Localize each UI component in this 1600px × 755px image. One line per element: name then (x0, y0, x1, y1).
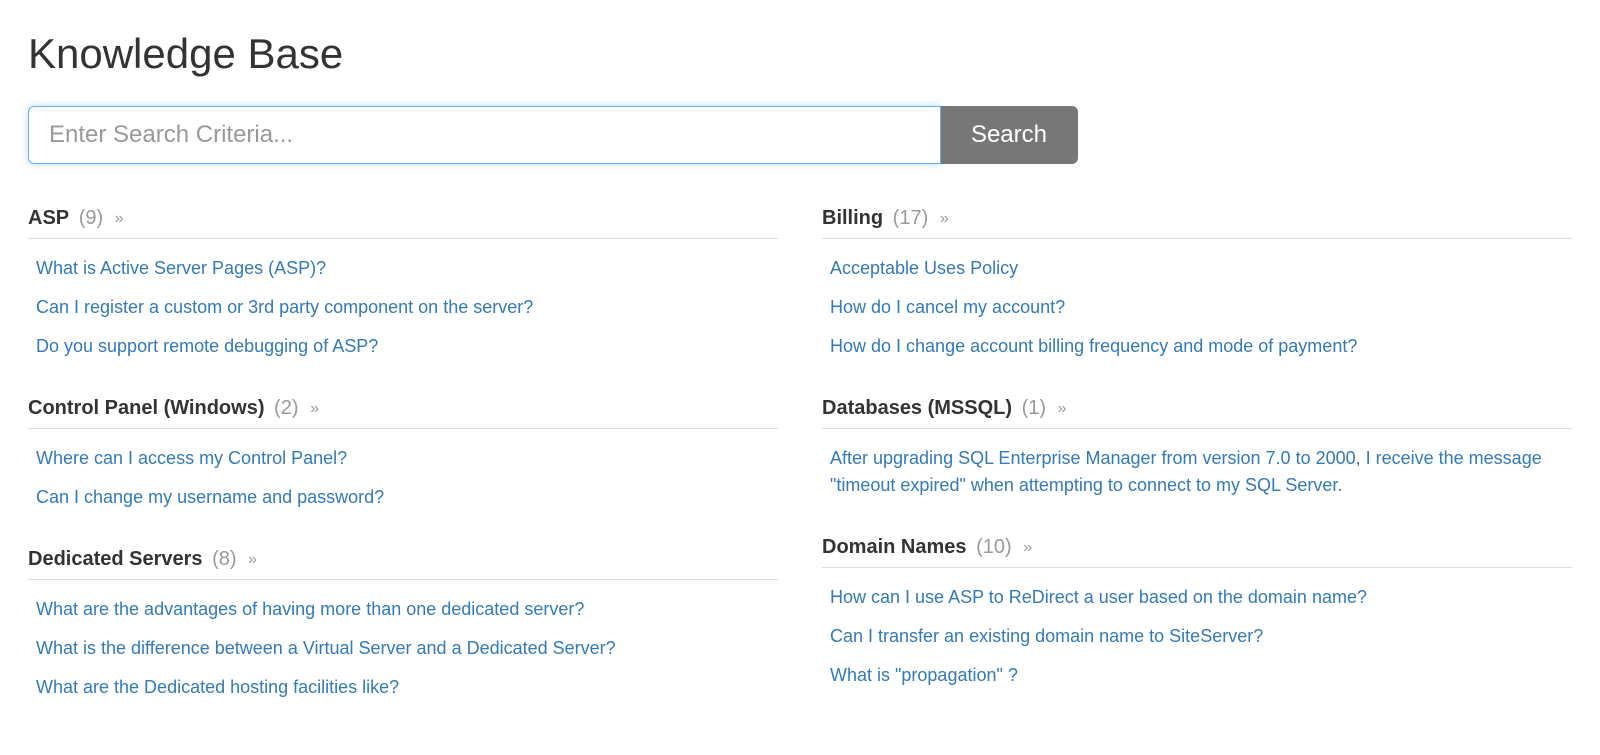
category-count: (9) (79, 207, 103, 229)
category-name[interactable]: Billing (822, 207, 883, 229)
category-name[interactable]: ASP (28, 207, 69, 229)
list-item: Can I change my username and password? (36, 478, 778, 517)
article-link[interactable]: How do I change account billing frequenc… (830, 336, 1357, 356)
right-column: Billing (17) » Acceptable Uses Policy How … (822, 204, 1572, 735)
article-list: Where can I access my Control Panel? Can … (28, 439, 778, 517)
article-link[interactable]: What is the difference between a Virtual… (36, 638, 616, 658)
article-link[interactable]: What are the Dedicated hosting facilitie… (36, 677, 399, 697)
article-link[interactable]: Where can I access my Control Panel? (36, 448, 347, 468)
category-header[interactable]: Domain Names (10) » (822, 533, 1572, 568)
article-link[interactable]: Acceptable Uses Policy (830, 258, 1018, 278)
list-item: Can I register a custom or 3rd party com… (36, 288, 778, 327)
list-item: Acceptable Uses Policy (830, 249, 1572, 288)
category-header[interactable]: Dedicated Servers (8) » (28, 545, 778, 580)
category-count: (17) (893, 207, 929, 229)
article-link[interactable]: Can I register a custom or 3rd party com… (36, 297, 533, 317)
article-link[interactable]: What are the advantages of having more t… (36, 599, 584, 619)
chevron-double-right-icon[interactable]: » (115, 210, 124, 227)
kb-container: Knowledge Base Search ASP (9) » What is A… (0, 0, 1600, 755)
category-header[interactable]: Billing (17) » (822, 204, 1572, 239)
article-link[interactable]: What is "propagation" ? (830, 665, 1018, 685)
category-header[interactable]: ASP (9) » (28, 204, 778, 239)
list-item: What is Active Server Pages (ASP)? (36, 249, 778, 288)
category-count: (1) (1022, 397, 1046, 419)
category-dedicated-servers: Dedicated Servers (8) » What are the adva… (28, 545, 778, 707)
left-column: ASP (9) » What is Active Server Pages (AS… (28, 204, 778, 735)
article-list: What are the advantages of having more t… (28, 590, 778, 707)
article-link[interactable]: How do I cancel my account? (830, 297, 1065, 317)
article-list: After upgrading SQL Enterprise Manager f… (822, 439, 1572, 505)
chevron-double-right-icon[interactable]: » (310, 400, 319, 417)
list-item: How do I cancel my account? (830, 288, 1572, 327)
category-control-panel-windows: Control Panel (Windows) (2) » Where can I… (28, 394, 778, 517)
article-list: How can I use ASP to ReDirect a user bas… (822, 578, 1572, 695)
category-name[interactable]: Databases (MSSQL) (822, 397, 1012, 419)
chevron-double-right-icon[interactable]: » (940, 210, 949, 227)
list-item: What are the advantages of having more t… (36, 590, 778, 629)
category-domain-names: Domain Names (10) » How can I use ASP to … (822, 533, 1572, 695)
article-link[interactable]: Do you support remote debugging of ASP? (36, 336, 378, 356)
chevron-double-right-icon[interactable]: » (1058, 400, 1067, 417)
list-item: Do you support remote debugging of ASP? (36, 327, 778, 366)
search-bar: Search (28, 106, 1078, 164)
page-title: Knowledge Base (28, 30, 1572, 78)
category-count: (8) (212, 548, 236, 570)
article-link[interactable]: After upgrading SQL Enterprise Manager f… (830, 448, 1542, 495)
list-item: What is the difference between a Virtual… (36, 629, 778, 668)
article-list: Acceptable Uses Policy How do I cancel my… (822, 249, 1572, 366)
category-name[interactable]: Domain Names (822, 536, 967, 558)
chevron-double-right-icon[interactable]: » (1023, 539, 1032, 556)
category-name[interactable]: Dedicated Servers (28, 548, 203, 570)
category-count: (10) (976, 536, 1012, 558)
chevron-double-right-icon[interactable]: » (248, 551, 257, 568)
article-link[interactable]: Can I transfer an existing domain name t… (830, 626, 1263, 646)
search-button[interactable]: Search (941, 106, 1078, 164)
category-header[interactable]: Control Panel (Windows) (2) » (28, 394, 778, 429)
list-item: What is "propagation" ? (830, 656, 1572, 695)
category-columns: ASP (9) » What is Active Server Pages (AS… (28, 204, 1572, 735)
list-item: How do I change account billing frequenc… (830, 327, 1572, 366)
category-header[interactable]: Databases (MSSQL) (1) » (822, 394, 1572, 429)
category-asp: ASP (9) » What is Active Server Pages (AS… (28, 204, 778, 366)
list-item: Can I transfer an existing domain name t… (830, 617, 1572, 656)
list-item: What are the Dedicated hosting facilitie… (36, 668, 778, 707)
article-link[interactable]: How can I use ASP to ReDirect a user bas… (830, 587, 1367, 607)
category-name[interactable]: Control Panel (Windows) (28, 397, 264, 419)
article-link[interactable]: What is Active Server Pages (ASP)? (36, 258, 326, 278)
category-databases-mssql: Databases (MSSQL) (1) » After upgrading S… (822, 394, 1572, 505)
search-input[interactable] (28, 106, 941, 164)
list-item: How can I use ASP to ReDirect a user bas… (830, 578, 1572, 617)
list-item: After upgrading SQL Enterprise Manager f… (830, 439, 1572, 505)
category-count: (2) (274, 397, 298, 419)
article-link[interactable]: Can I change my username and password? (36, 487, 384, 507)
list-item: Where can I access my Control Panel? (36, 439, 778, 478)
category-billing: Billing (17) » Acceptable Uses Policy How … (822, 204, 1572, 366)
article-list: What is Active Server Pages (ASP)? Can I … (28, 249, 778, 366)
